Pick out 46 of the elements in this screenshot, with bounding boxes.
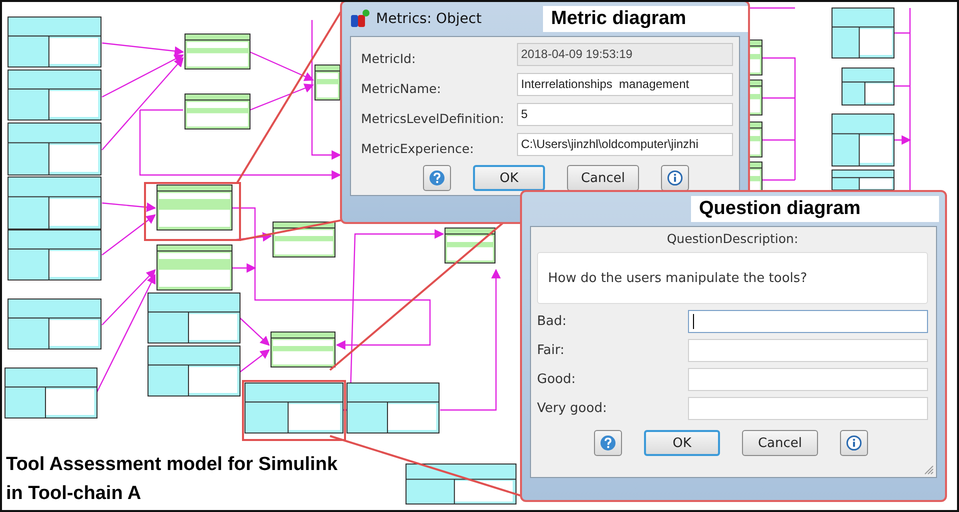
ok-button[interactable]: OK — [473, 165, 545, 191]
input-field[interactable] — [688, 310, 928, 333]
field-label: MetricName: — [361, 80, 442, 96]
help-icon — [600, 435, 616, 451]
dialog-title: Metrics: Object — [376, 11, 483, 27]
field-label: Bad: — [537, 314, 568, 329]
question-node — [832, 170, 894, 190]
input-field[interactable] — [688, 368, 928, 391]
metric-node — [184, 94, 250, 130]
field-label: Good: — [537, 372, 577, 387]
info-icon — [667, 170, 683, 186]
metric-node — [444, 228, 496, 264]
info-button[interactable] — [840, 430, 868, 456]
question-node — [832, 114, 894, 166]
connector-line — [102, 202, 156, 212]
metric-node — [314, 64, 340, 100]
question-node — [832, 8, 894, 58]
input-field[interactable]: 5 — [517, 103, 733, 126]
help-icon — [429, 170, 445, 186]
connector-line — [102, 214, 156, 256]
info-button[interactable] — [661, 165, 689, 191]
cancel-button[interactable]: Cancel — [567, 165, 639, 191]
ok-button[interactable]: OK — [644, 430, 720, 456]
cancel-button[interactable]: Cancel — [742, 430, 818, 456]
metric-node — [270, 332, 336, 368]
help-button[interactable] — [423, 165, 451, 191]
diagram-label: Metric diagram — [543, 6, 748, 32]
field-label: MetricId: — [361, 50, 417, 66]
metric-node — [272, 222, 336, 258]
app-icon — [350, 9, 370, 29]
field-label: Very good: — [537, 401, 608, 416]
question-text: How do the users manipulate the tools? — [537, 252, 928, 304]
metric-node — [184, 34, 250, 70]
input-field[interactable] — [688, 339, 928, 362]
field-label: QuestionDescription: — [666, 231, 798, 246]
info-icon — [846, 435, 862, 451]
diagram-label: Question diagram — [691, 196, 939, 222]
field-label: MetricExperience: — [361, 140, 475, 156]
resize-grip-icon — [924, 465, 934, 475]
question-node — [842, 68, 894, 106]
input-field[interactable]: C:\Users\jinzhl\oldcomputer\jinzhi — [517, 133, 733, 156]
help-button[interactable] — [594, 430, 622, 456]
field-label: Fair: — [537, 343, 566, 358]
input-field[interactable] — [688, 397, 928, 420]
field-label: MetricsLevelDefinition: — [361, 110, 506, 126]
input-field[interactable]: Interrelationships management — [517, 73, 733, 96]
